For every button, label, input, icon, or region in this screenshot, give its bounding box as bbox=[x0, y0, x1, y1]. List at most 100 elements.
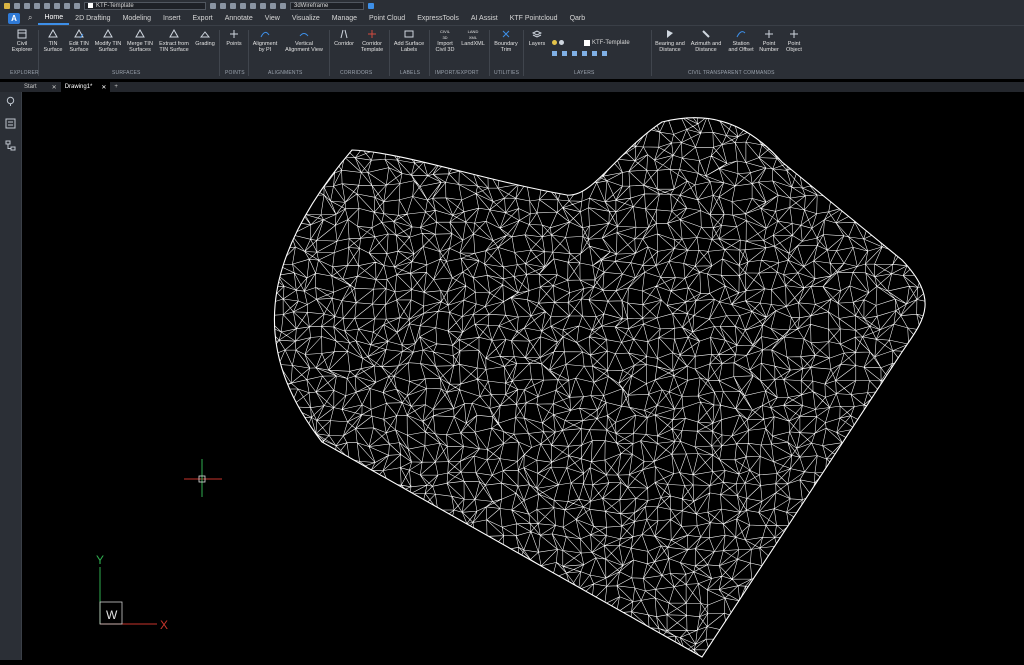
point-number-button[interactable]: PointNumber bbox=[757, 29, 781, 53]
tab-modeling[interactable]: Modeling bbox=[117, 11, 157, 25]
ucs-x-label: X bbox=[160, 618, 168, 632]
panel-label-layers: LAYERS bbox=[574, 70, 595, 76]
layer-tool-icon[interactable] bbox=[552, 51, 557, 56]
tab-visualize[interactable]: Visualize bbox=[286, 11, 326, 25]
redo-icon[interactable] bbox=[34, 3, 40, 9]
edit-tin-surface-button[interactable]: Edit TINSurface bbox=[66, 29, 92, 53]
new-tab-button[interactable]: + bbox=[110, 82, 122, 92]
tool-icon[interactable] bbox=[280, 3, 286, 9]
properties-panel-icon[interactable] bbox=[5, 118, 16, 129]
tab-home[interactable]: Home bbox=[38, 11, 69, 25]
layer-tool-icon[interactable] bbox=[602, 51, 607, 56]
panel-label-alignments: ALIGNMENTS bbox=[268, 70, 303, 76]
hierarchy-icon[interactable] bbox=[5, 140, 16, 151]
import-civil-3d-button[interactable]: CIVIL 3DImportCivil 3D bbox=[431, 29, 459, 53]
corridor-button[interactable]: Corridor bbox=[331, 29, 357, 47]
new-icon[interactable] bbox=[44, 3, 50, 9]
civil-explorer-button[interactable]: CivilExplorer bbox=[8, 29, 36, 53]
tool-icon[interactable] bbox=[210, 3, 216, 9]
save-icon[interactable] bbox=[64, 3, 70, 9]
tab-expresstools[interactable]: ExpressTools bbox=[411, 11, 465, 25]
search-icon[interactable] bbox=[368, 3, 374, 9]
tab-manage[interactable]: Manage bbox=[326, 11, 363, 25]
drawing-canvas[interactable]: Y X W bbox=[22, 92, 1024, 660]
panel-label-labels: LABELS bbox=[400, 70, 420, 76]
sun-icon[interactable] bbox=[14, 3, 20, 9]
tool-icon[interactable] bbox=[230, 3, 236, 9]
grading-icon bbox=[200, 29, 210, 39]
tool-icon[interactable] bbox=[240, 3, 246, 9]
corridor-template-icon bbox=[367, 29, 377, 39]
app-logo[interactable]: A bbox=[8, 13, 20, 24]
landxml-button[interactable]: LAND XMLLandXML bbox=[459, 29, 487, 47]
visual-style-dropdown[interactable]: 3dWireframe bbox=[290, 2, 364, 10]
edit-surface-icon bbox=[74, 29, 84, 39]
azimuth-and-distance-button[interactable]: Azimuth andDistance bbox=[688, 29, 724, 53]
ucs-icon: Y X W bbox=[96, 553, 168, 632]
tab-start[interactable]: Start ✕ bbox=[20, 82, 61, 92]
layer-tool-icon[interactable] bbox=[572, 51, 577, 56]
undo-icon[interactable] bbox=[24, 3, 30, 9]
search-icon[interactable]: ⌕ bbox=[28, 13, 32, 23]
grading-button[interactable]: Grading bbox=[193, 29, 217, 47]
point-object-button[interactable]: PointObject bbox=[782, 29, 806, 53]
tab-qarb[interactable]: Qarb bbox=[564, 11, 592, 25]
layer-tool-icon[interactable] bbox=[562, 51, 567, 56]
tab-start-label: Start bbox=[24, 84, 37, 90]
open-icon[interactable] bbox=[54, 3, 60, 9]
trim-icon bbox=[501, 29, 511, 39]
tin-surface-icon bbox=[48, 29, 58, 39]
layers-icon bbox=[532, 29, 542, 39]
separator bbox=[523, 30, 524, 76]
close-icon[interactable]: ✕ bbox=[101, 84, 106, 91]
vertical-alignment-view-button[interactable]: VerticalAlignment View bbox=[281, 29, 327, 53]
mesh-outline bbox=[274, 118, 925, 657]
points-button[interactable]: Points bbox=[222, 29, 246, 47]
bearing-and-distance-button[interactable]: Bearing andDistance bbox=[653, 29, 687, 53]
color-swatch-icon bbox=[88, 3, 93, 8]
tab-ai-assist[interactable]: AI Assist bbox=[465, 11, 504, 25]
tab-point-cloud[interactable]: Point Cloud bbox=[363, 11, 411, 25]
extract-surface-icon bbox=[169, 29, 179, 39]
layer-tool-icon[interactable] bbox=[592, 51, 597, 56]
tab-view[interactable]: View bbox=[259, 11, 286, 25]
explorer-icon bbox=[17, 29, 27, 39]
tool-icon[interactable] bbox=[270, 3, 276, 9]
boundary-trim-button[interactable]: BoundaryTrim bbox=[491, 29, 521, 53]
merge-tin-surfaces-button[interactable]: Merge TINSurfaces bbox=[125, 29, 155, 53]
bulb-icon bbox=[552, 40, 557, 45]
layer-tool-icon[interactable] bbox=[582, 51, 587, 56]
bulb-icon[interactable] bbox=[4, 3, 10, 9]
add-surface-labels-button[interactable]: Add SurfaceLabels bbox=[391, 29, 427, 53]
tab-drawing1[interactable]: Drawing1* ✕ bbox=[61, 82, 111, 92]
corridor-icon bbox=[339, 29, 349, 39]
landxml-icon: LAND XML bbox=[466, 29, 480, 39]
tool-icon[interactable] bbox=[260, 3, 266, 9]
modify-tin-surface-button[interactable]: Modify TINSurface bbox=[92, 29, 124, 53]
alignment-by-pi-button[interactable]: Alignmentby PI bbox=[250, 29, 280, 53]
layer-selector[interactable]: KTF-Template bbox=[552, 38, 648, 47]
lightbulb-icon[interactable] bbox=[5, 96, 16, 107]
modify-surface-icon bbox=[103, 29, 113, 39]
azimuth-icon bbox=[701, 29, 711, 39]
ribbon-tab-bar: A ⌕ Home 2D Drafting Modeling Insert Exp… bbox=[0, 11, 1024, 25]
quick-access-toolbar: KTF-Template 3dWireframe bbox=[0, 0, 1024, 11]
tool-icon[interactable] bbox=[250, 3, 256, 9]
tab-insert[interactable]: Insert bbox=[157, 11, 187, 25]
ucs-y-label: Y bbox=[96, 553, 104, 567]
layer-dropdown[interactable]: KTF-Template bbox=[84, 2, 206, 10]
tab-annotate[interactable]: Annotate bbox=[219, 11, 259, 25]
tab-export[interactable]: Export bbox=[187, 11, 219, 25]
close-icon[interactable]: ✕ bbox=[52, 84, 57, 91]
tool-icon[interactable] bbox=[220, 3, 226, 9]
corridor-template-button[interactable]: CorridorTemplate bbox=[357, 29, 387, 53]
print-icon[interactable] bbox=[74, 3, 80, 9]
tin-surface-button[interactable]: TINSurface bbox=[40, 29, 66, 53]
tab-ktf-pointcloud[interactable]: KTF Pointcloud bbox=[504, 11, 564, 25]
extract-from-tin-surface-button[interactable]: Extract fromTIN Surface bbox=[156, 29, 192, 53]
station-and-offset-button[interactable]: Stationand Offset bbox=[725, 29, 757, 53]
layer-dropdown-value: KTF-Template bbox=[96, 3, 134, 9]
layers-button[interactable]: Layers bbox=[526, 29, 548, 47]
tab-2d-drafting[interactable]: 2D Drafting bbox=[69, 11, 116, 25]
separator bbox=[429, 30, 430, 76]
